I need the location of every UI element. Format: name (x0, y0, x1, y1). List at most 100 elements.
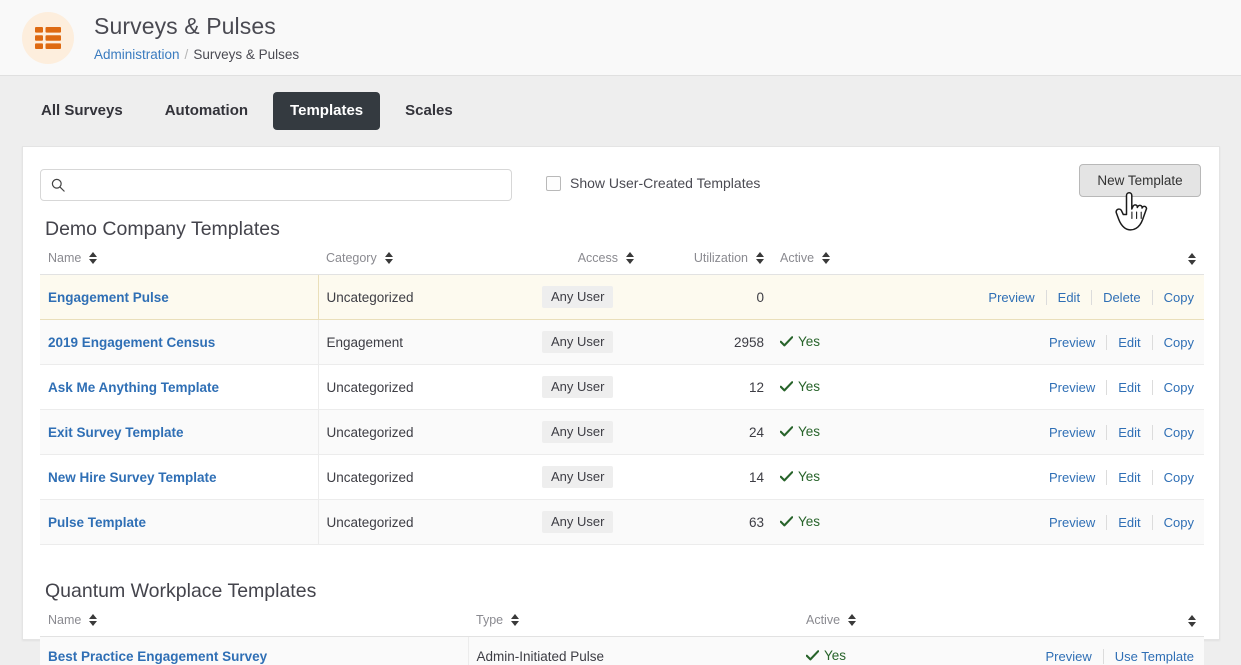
action-copy-link[interactable]: Copy (1153, 380, 1196, 395)
sort-icon[interactable] (848, 614, 857, 626)
table-header-row: Name Category Access Utilization Active (40, 247, 1204, 275)
tab-all-surveys[interactable]: All Surveys (24, 92, 140, 130)
action-copy-link[interactable]: Copy (1153, 425, 1196, 440)
column-header-type[interactable]: Type (468, 609, 798, 637)
column-header-access[interactable]: Access (534, 247, 642, 275)
access-badge: Any User (542, 511, 614, 533)
column-header-label: Name (48, 251, 82, 265)
column-header-actions[interactable] (888, 247, 1204, 275)
breadcrumb: Administration / Surveys & Pulses (94, 46, 299, 63)
action-preview-link[interactable]: Preview (977, 289, 1047, 305)
action-edit-link[interactable]: Edit (1107, 469, 1153, 485)
access-badge: Any User (542, 376, 614, 398)
cell-utilization: 63 (642, 499, 772, 545)
action-copy-link[interactable]: Copy (1153, 470, 1196, 485)
check-icon (780, 516, 793, 527)
cell-category: Uncategorized (318, 409, 534, 455)
active-value: Yes (824, 648, 847, 663)
action-preview-link[interactable]: Preview (1038, 379, 1108, 395)
column-header-label: Access (577, 251, 618, 265)
template-name-link[interactable]: Exit Survey Template (48, 425, 184, 440)
action-edit-link[interactable]: Edit (1107, 514, 1153, 530)
template-name-link[interactable]: Best Practice Engagement Survey (48, 649, 267, 664)
action-use-template-link[interactable]: Use Template (1104, 649, 1196, 664)
action-edit-link[interactable]: Edit (1047, 289, 1093, 305)
cell-active: Yes (772, 319, 888, 365)
sort-icon[interactable] (1188, 615, 1196, 627)
cell-actions: Preview Use Template (914, 636, 1204, 665)
active-value: Yes (798, 379, 821, 394)
cell-actions: Preview Edit Copy (888, 454, 1204, 500)
access-badge: Any User (542, 466, 614, 488)
search-box[interactable] (40, 169, 512, 201)
breadcrumb-parent-link[interactable]: Administration (94, 47, 180, 62)
action-preview-link[interactable]: Preview (1038, 424, 1108, 440)
column-header-name[interactable]: Name (40, 609, 468, 637)
cell-utilization: 14 (642, 454, 772, 500)
qw-templates-body: Best Practice Engagement Survey Admin-In… (40, 636, 1204, 665)
action-preview-link[interactable]: Preview (1035, 648, 1104, 664)
sort-icon[interactable] (822, 252, 831, 264)
cell-access: Any User (534, 499, 642, 545)
access-badge: Any User (542, 286, 614, 308)
cell-active: Yes (772, 409, 888, 455)
table-row: 2019 Engagement Census Engagement Any Us… (40, 319, 1204, 365)
company-templates-heading: Demo Company Templates (45, 218, 280, 240)
tab-templates[interactable]: Templates (273, 92, 381, 130)
cell-category: Uncategorized (318, 454, 534, 500)
column-header-utilization[interactable]: Utilization (642, 247, 772, 275)
cell-utilization: 2958 (642, 319, 772, 365)
search-input[interactable] (73, 171, 501, 199)
action-edit-link[interactable]: Edit (1107, 334, 1153, 350)
show-user-created-templates-checkbox[interactable]: Show User-Created Templates (546, 175, 760, 192)
page-root: Surveys & Pulses Administration / Surveys … (0, 0, 1241, 665)
action-delete-link[interactable]: Delete (1092, 289, 1153, 305)
cell-actions: Preview Edit Copy (888, 409, 1204, 455)
cell-access: Any User (534, 274, 642, 320)
sort-icon[interactable] (1188, 253, 1196, 265)
template-name-link[interactable]: Engagement Pulse (48, 290, 169, 305)
company-templates-table: Name Category Access Utilization Active … (40, 247, 1204, 545)
column-header-active[interactable]: Active (772, 247, 888, 275)
sort-icon[interactable] (756, 252, 764, 264)
cell-actions: Preview Edit Copy (888, 319, 1204, 365)
action-copy-link[interactable]: Copy (1153, 515, 1196, 530)
list-grid-icon (22, 12, 74, 64)
tab-automation[interactable]: Automation (148, 92, 265, 130)
column-header-actions[interactable] (914, 609, 1204, 637)
action-preview-link[interactable]: Preview (1038, 334, 1108, 350)
sort-icon[interactable] (626, 252, 634, 264)
active-value: Yes (798, 469, 821, 484)
template-name-link[interactable]: 2019 Engagement Census (48, 335, 215, 350)
cell-category: Engagement (318, 319, 534, 365)
sort-icon[interactable] (511, 614, 520, 626)
action-edit-link[interactable]: Edit (1107, 379, 1153, 395)
checkbox-label: Show User-Created Templates (570, 175, 761, 191)
new-template-button[interactable]: New Template (1079, 164, 1201, 197)
page-title: Surveys & Pulses (94, 13, 276, 39)
column-header-name[interactable]: Name (40, 247, 318, 275)
column-header-active[interactable]: Active (798, 609, 914, 637)
page-header: Surveys & Pulses Administration / Surveys … (0, 0, 1241, 76)
tab-scales[interactable]: Scales (388, 92, 470, 130)
table-row: New Hire Survey Template Uncategorized A… (40, 454, 1204, 500)
sort-icon[interactable] (89, 252, 98, 264)
action-edit-link[interactable]: Edit (1107, 424, 1153, 440)
cell-name: New Hire Survey Template (40, 454, 319, 500)
action-preview-link[interactable]: Preview (1038, 514, 1108, 530)
table-row: Engagement Pulse Uncategorized Any User … (40, 274, 1204, 320)
checkbox-box-icon[interactable] (546, 176, 561, 191)
action-preview-link[interactable]: Preview (1038, 469, 1108, 485)
template-name-link[interactable]: New Hire Survey Template (48, 470, 217, 485)
column-header-category[interactable]: Category (318, 247, 534, 275)
sort-icon[interactable] (384, 252, 393, 264)
sort-icon[interactable] (89, 614, 98, 626)
cell-access: Any User (534, 364, 642, 410)
templates-toolbar: Show User-Created Templates New Template (40, 164, 1202, 209)
action-copy-link[interactable]: Copy (1153, 290, 1196, 305)
template-name-link[interactable]: Pulse Template (48, 515, 146, 530)
action-copy-link[interactable]: Copy (1153, 335, 1196, 350)
template-name-link[interactable]: Ask Me Anything Template (48, 380, 219, 395)
column-header-label: Active (806, 613, 841, 627)
table-row: Ask Me Anything Template Uncategorized A… (40, 364, 1204, 410)
